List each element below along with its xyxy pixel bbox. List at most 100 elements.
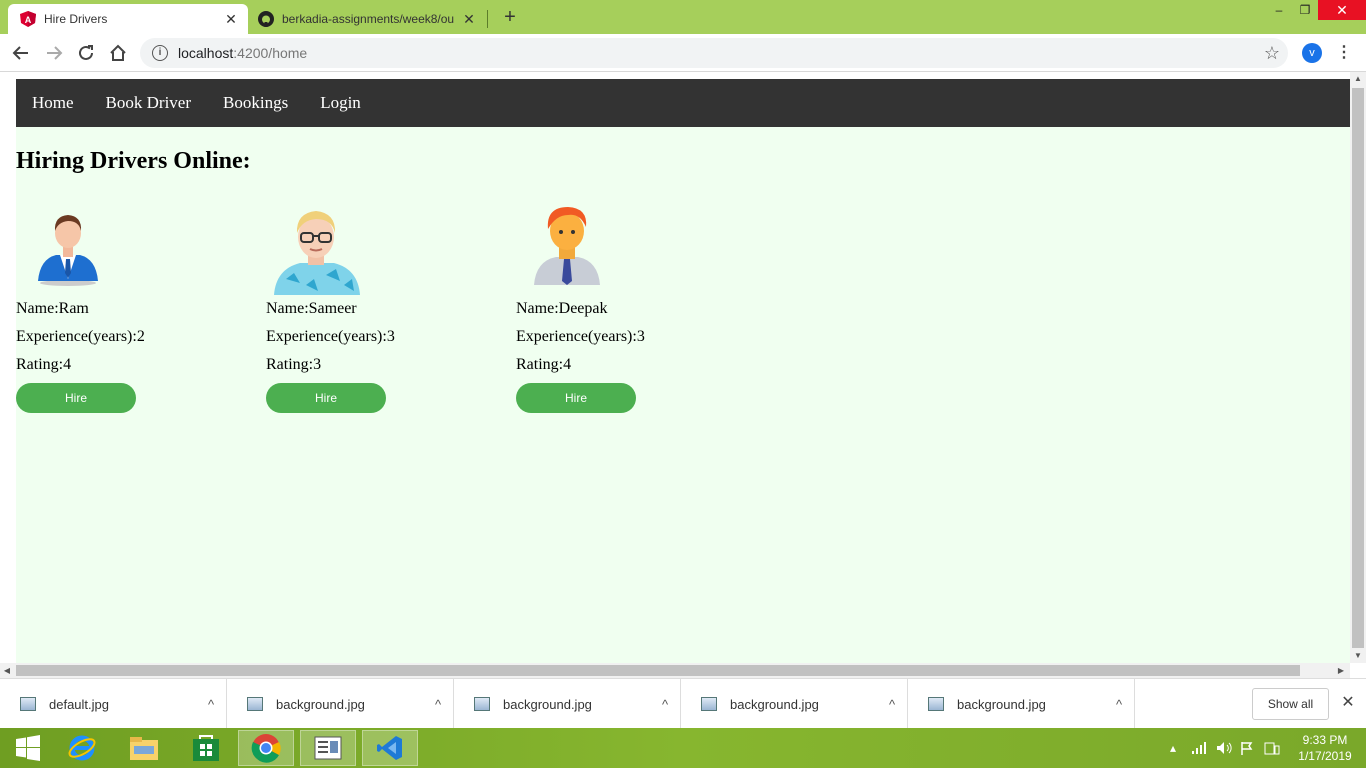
driver-card: Name:Deepak Experience(years):3 Rating:4…: [516, 199, 746, 413]
download-filename: default.jpg: [49, 696, 109, 712]
action-flag-icon[interactable]: [1240, 728, 1254, 768]
browser-toolbar: i localhost:4200/home ☆ v ⋮: [0, 34, 1366, 72]
scroll-left-arrow-icon[interactable]: ◀: [0, 663, 14, 678]
download-filename: background.jpg: [503, 696, 592, 712]
url-host: localhost: [178, 45, 234, 61]
minimize-icon[interactable]: –: [1268, 0, 1290, 20]
file-explorer-icon[interactable]: [116, 730, 172, 766]
clock-time: 9:33 PM: [1302, 733, 1348, 747]
image-file-icon: [474, 697, 490, 711]
image-file-icon: [20, 697, 36, 711]
driver-card: Name:Ram Experience(years):2 Rating:4 Hi…: [16, 199, 246, 413]
svg-text:A: A: [25, 15, 32, 25]
address-bar[interactable]: i localhost:4200/home: [140, 38, 1288, 68]
horizontal-scroll-thumb[interactable]: [16, 665, 1300, 676]
hire-button[interactable]: Hire: [16, 383, 136, 413]
bookmark-star-icon[interactable]: ☆: [1262, 43, 1282, 63]
chrome-icon[interactable]: [238, 730, 294, 766]
driver-experience: Experience(years):2: [16, 328, 145, 345]
scroll-right-arrow-icon[interactable]: ▶: [1334, 663, 1348, 678]
top-navbar: Home Book Driver Bookings Login: [16, 79, 1350, 127]
hire-button[interactable]: Hire: [266, 383, 386, 413]
app-root: Home Book Driver Bookings Login Hiring D…: [16, 79, 1350, 663]
redhead-man-tie-icon: [534, 207, 600, 285]
tab-hire-drivers[interactable]: A Hire Drivers ✕: [8, 4, 248, 34]
nav-home[interactable]: Home: [32, 93, 74, 113]
show-hidden-icons-icon[interactable]: ▴: [1170, 728, 1176, 768]
nav-bookings[interactable]: Bookings: [223, 93, 288, 113]
driver-name: Name:Deepak: [516, 300, 608, 317]
tab-title: Hire Drivers: [44, 12, 108, 26]
tab-divider: [487, 10, 488, 28]
show-all-button[interactable]: Show all: [1252, 688, 1329, 720]
businessman-blue-suit-icon: [38, 215, 98, 286]
tab-github[interactable]: berkadia-assignments/week8/ou ✕: [250, 4, 486, 34]
download-filename: background.jpg: [276, 696, 365, 712]
close-icon[interactable]: ✕: [1338, 693, 1358, 713]
system-clock[interactable]: 9:33 PM 1/17/2019: [1290, 732, 1360, 764]
reader-icon[interactable]: [300, 730, 356, 766]
download-bar: default.jpg ^ background.jpg ^ backgroun…: [0, 678, 1366, 729]
windows-store-icon[interactable]: [178, 730, 234, 766]
clock-date: 1/17/2019: [1298, 749, 1352, 763]
profile-avatar[interactable]: v: [1302, 43, 1322, 63]
url-path: :4200/home: [233, 45, 308, 61]
image-file-icon: [701, 697, 717, 711]
download-filename: background.jpg: [730, 696, 819, 712]
nav-book-driver[interactable]: Book Driver: [106, 93, 191, 113]
driver-experience: Experience(years):3: [266, 328, 395, 345]
page-viewport: Home Book Driver Bookings Login Hiring D…: [0, 72, 1366, 678]
reload-icon[interactable]: [75, 42, 97, 64]
tab-title: berkadia-assignments/week8/ou: [282, 12, 455, 26]
forward-arrow-icon[interactable]: [43, 42, 65, 64]
tab-close-icon[interactable]: ✕: [462, 11, 476, 28]
tab-close-icon[interactable]: ✕: [224, 11, 238, 28]
download-item[interactable]: default.jpg ^: [0, 679, 227, 729]
vscode-icon[interactable]: [362, 730, 418, 766]
download-item[interactable]: background.jpg ^: [454, 679, 681, 729]
chevron-up-icon[interactable]: ^: [423, 697, 453, 712]
download-item[interactable]: background.jpg ^: [681, 679, 908, 729]
browser-tab-strip: A Hire Drivers ✕ berkadia-assignments/we…: [0, 0, 1366, 34]
chevron-up-icon[interactable]: ^: [1104, 697, 1134, 712]
internet-explorer-icon[interactable]: [54, 730, 110, 766]
network-icon[interactable]: [1192, 728, 1208, 768]
angular-icon: A: [20, 11, 36, 27]
page-title: Hiring Drivers Online:: [16, 148, 251, 174]
download-item[interactable]: background.jpg ^: [227, 679, 454, 729]
driver-name: Name:Ram: [16, 300, 89, 317]
scroll-down-arrow-icon[interactable]: ▼: [1350, 649, 1366, 663]
scroll-up-arrow-icon[interactable]: ▲: [1350, 72, 1366, 86]
nav-login[interactable]: Login: [320, 93, 361, 113]
vertical-scrollbar[interactable]: ▲ ▼: [1350, 72, 1366, 663]
window-close-icon[interactable]: ✕: [1318, 0, 1366, 20]
back-arrow-icon[interactable]: [10, 42, 32, 64]
github-icon: [258, 11, 274, 27]
hire-button[interactable]: Hire: [516, 383, 636, 413]
new-tab-icon[interactable]: +: [500, 6, 520, 29]
download-item[interactable]: background.jpg ^: [908, 679, 1135, 729]
vertical-scroll-thumb[interactable]: [1352, 88, 1364, 648]
download-filename: background.jpg: [957, 696, 1046, 712]
windows-taskbar: ▴ 9:33 PM 1/17/2019: [0, 728, 1366, 768]
chevron-up-icon[interactable]: ^: [877, 697, 907, 712]
driver-rating: Rating:3: [266, 356, 322, 373]
tablet-mode-icon[interactable]: [1264, 728, 1280, 768]
image-file-icon: [247, 697, 263, 711]
blond-man-glasses-icon: [274, 211, 360, 295]
driver-rating: Rating:4: [16, 356, 72, 373]
chevron-up-icon[interactable]: ^: [196, 697, 226, 712]
info-icon[interactable]: i: [152, 45, 168, 61]
menu-kebab-icon[interactable]: ⋮: [1336, 43, 1352, 63]
image-file-icon: [928, 697, 944, 711]
home-icon[interactable]: [107, 42, 129, 64]
windows-start-icon[interactable]: [0, 730, 56, 766]
chevron-up-icon[interactable]: ^: [650, 697, 680, 712]
driver-rating: Rating:4: [516, 356, 572, 373]
driver-name: Name:Sameer: [266, 300, 357, 317]
driver-card: Name:Sameer Experience(years):3 Rating:3…: [266, 199, 496, 413]
restore-icon[interactable]: ❐: [1294, 0, 1316, 20]
volume-icon[interactable]: [1216, 728, 1232, 768]
driver-experience: Experience(years):3: [516, 328, 645, 345]
horizontal-scrollbar[interactable]: ◀ ▶: [0, 663, 1350, 678]
